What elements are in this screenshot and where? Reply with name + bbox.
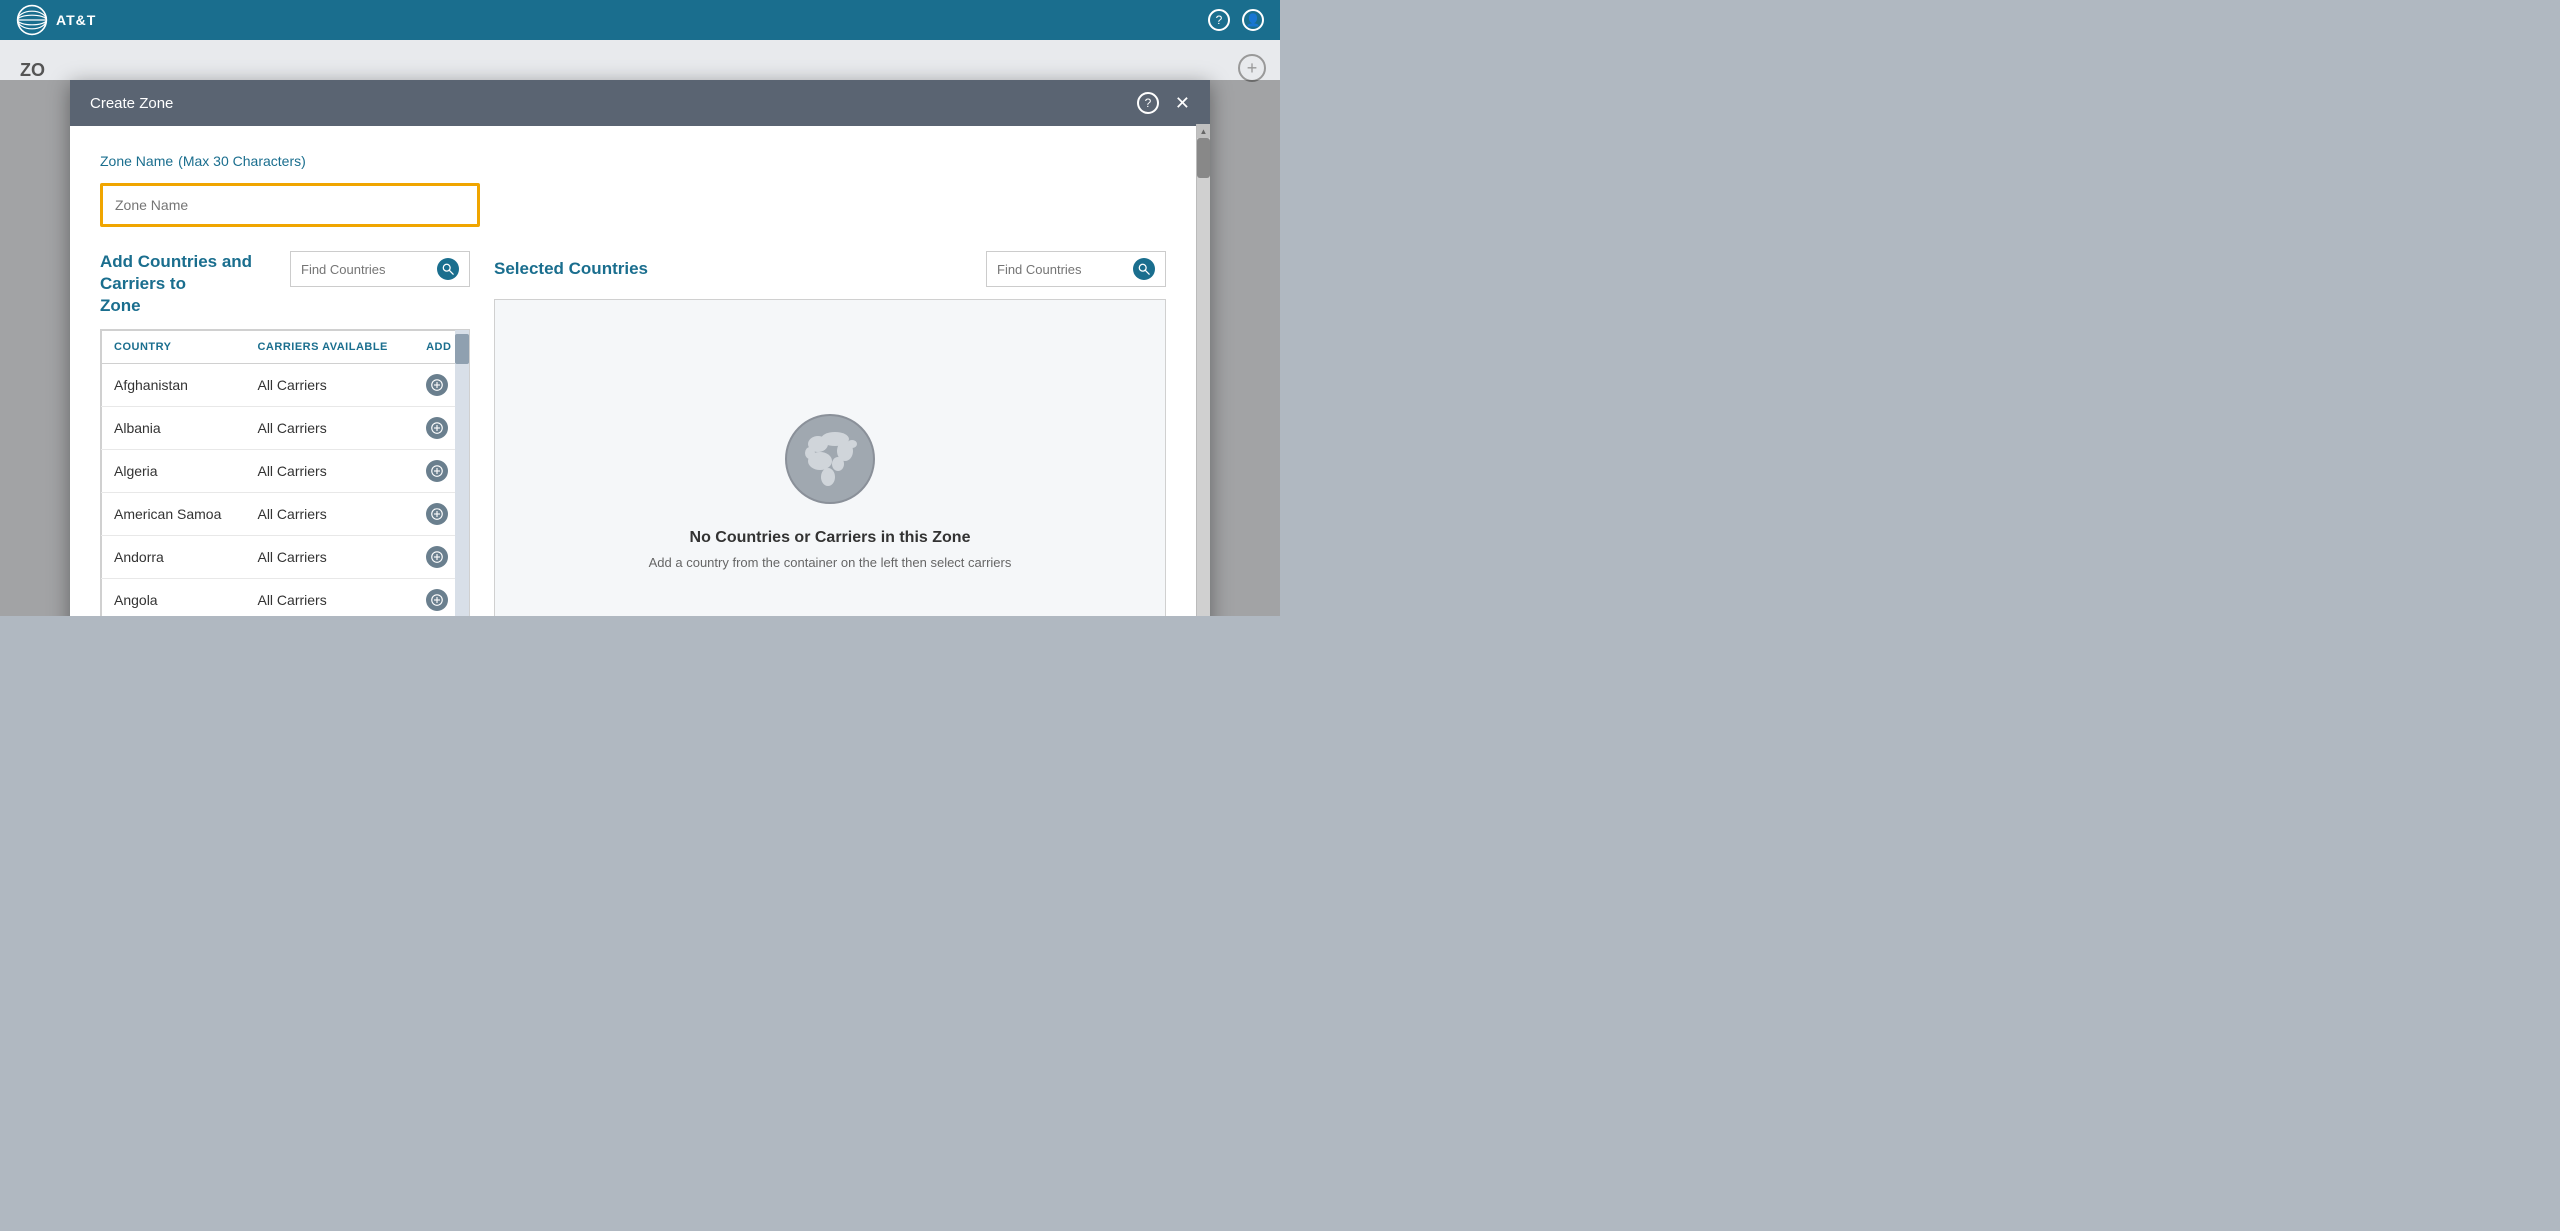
country-name: American Samoa: [102, 493, 246, 536]
country-name: Andorra: [102, 536, 246, 579]
modal-title: Create Zone: [90, 95, 173, 112]
table-row: Andorra All Carriers: [102, 536, 469, 579]
table-row: Afghanistan All Carriers: [102, 364, 469, 407]
add-country-button[interactable]: [426, 503, 448, 525]
plus-icon: [431, 508, 443, 520]
help-icon[interactable]: ?: [1208, 9, 1230, 31]
modal-header-actions: ? ✕: [1137, 92, 1190, 114]
att-logo: AT&T: [16, 4, 96, 36]
carriers-available: All Carriers: [245, 407, 414, 450]
right-panel: Selected Countries: [494, 251, 1166, 616]
right-panel-header: Selected Countries: [494, 251, 1166, 287]
table-header: COUNTRY CARRIERS AVAILABLE ADD: [102, 331, 469, 364]
carriers-available: All Carriers: [245, 579, 414, 616]
modal-scrollbar[interactable]: ▲ ▼: [1196, 124, 1210, 616]
country-name: Algeria: [102, 450, 246, 493]
carriers-available: All Carriers: [245, 536, 414, 579]
scroll-up-arrow[interactable]: ▲: [1197, 124, 1210, 138]
country-table-body: Afghanistan All Carriers Albania All Car…: [102, 364, 469, 616]
col-country-header: COUNTRY: [102, 331, 246, 364]
table-row: American Samoa All Carriers: [102, 493, 469, 536]
country-name: Albania: [102, 407, 246, 450]
att-brand-name: AT&T: [56, 12, 96, 28]
col-carriers-header: CARRIERS AVAILABLE: [245, 331, 414, 364]
user-icon[interactable]: 👤: [1242, 9, 1264, 31]
selected-countries-box: No Countries or Carriers in this Zone Ad…: [494, 299, 1166, 616]
zone-name-input[interactable]: [100, 183, 480, 227]
plus-icon: [431, 465, 443, 477]
country-name: Angola: [102, 579, 246, 616]
plus-icon: [431, 422, 443, 434]
zone-name-label: Zone Name (Max 30 Characters): [100, 150, 1166, 171]
modal-help-icon[interactable]: ?: [1137, 92, 1159, 114]
add-country-button[interactable]: [426, 417, 448, 439]
plus-icon: [431, 551, 443, 563]
modal-overlay: Create Zone ? ✕ ▲ ▼ Zone Name (Max 30 Ch…: [0, 80, 1280, 616]
find-countries-left-box: [290, 251, 470, 287]
table-row: Angola All Carriers: [102, 579, 469, 616]
add-countries-label: Add Countries and Carriers to Zone: [100, 251, 290, 317]
header-icons: ? 👤: [1208, 9, 1264, 31]
table-row: Albania All Carriers: [102, 407, 469, 450]
add-country-button[interactable]: [426, 374, 448, 396]
scroll-thumb[interactable]: [1197, 138, 1210, 178]
plus-icon: [431, 594, 443, 606]
countries-table: COUNTRY CARRIERS AVAILABLE ADD Afghanist…: [101, 330, 469, 616]
plus-icon: [431, 379, 443, 391]
countries-table-wrapper: COUNTRY CARRIERS AVAILABLE ADD Afghanist…: [100, 329, 470, 616]
no-countries-title: No Countries or Carriers in this Zone: [690, 529, 971, 547]
two-column-layout: Add Countries and Carriers to Zone: [100, 251, 1166, 616]
table-scroll-thumb[interactable]: [455, 334, 469, 364]
add-country-button[interactable]: [426, 589, 448, 611]
carriers-available: All Carriers: [245, 493, 414, 536]
find-countries-left-search-icon[interactable]: [437, 258, 459, 280]
create-zone-modal: Create Zone ? ✕ ▲ ▼ Zone Name (Max 30 Ch…: [70, 80, 1210, 616]
left-panel-header: Add Countries and Carriers to Zone: [100, 251, 470, 317]
att-header: AT&T ? 👤: [0, 0, 1280, 40]
carriers-available: All Carriers: [245, 450, 414, 493]
modal-body: Zone Name (Max 30 Characters) Add Countr…: [70, 126, 1210, 616]
find-countries-left-input[interactable]: [301, 262, 429, 277]
add-country-button[interactable]: [426, 546, 448, 568]
att-logo-icon: [16, 4, 48, 36]
carriers-available: All Carriers: [245, 364, 414, 407]
page-background: ZO + Create Zone ? ✕ ▲ ▼ Zo: [0, 40, 1280, 616]
search-svg: [442, 263, 454, 275]
no-countries-sub: Add a country from the container on the …: [649, 555, 1012, 570]
add-zone-button[interactable]: +: [1238, 54, 1266, 82]
table-row: Algeria All Carriers: [102, 450, 469, 493]
page-bg-text: ZO: [20, 60, 45, 81]
globe-icon: [780, 409, 880, 509]
selected-countries-label: Selected Countries: [494, 259, 648, 279]
find-countries-right-input[interactable]: [997, 262, 1125, 277]
country-name: Afghanistan: [102, 364, 246, 407]
search-svg-right: [1138, 263, 1150, 275]
table-scrollbar[interactable]: [455, 330, 469, 616]
modal-close-button[interactable]: ✕: [1175, 94, 1190, 112]
add-country-button[interactable]: [426, 460, 448, 482]
find-countries-right-box: [986, 251, 1166, 287]
modal-header: Create Zone ? ✕: [70, 80, 1210, 126]
find-countries-right-search-icon[interactable]: [1133, 258, 1155, 280]
left-panel: Add Countries and Carriers to Zone: [100, 251, 470, 616]
